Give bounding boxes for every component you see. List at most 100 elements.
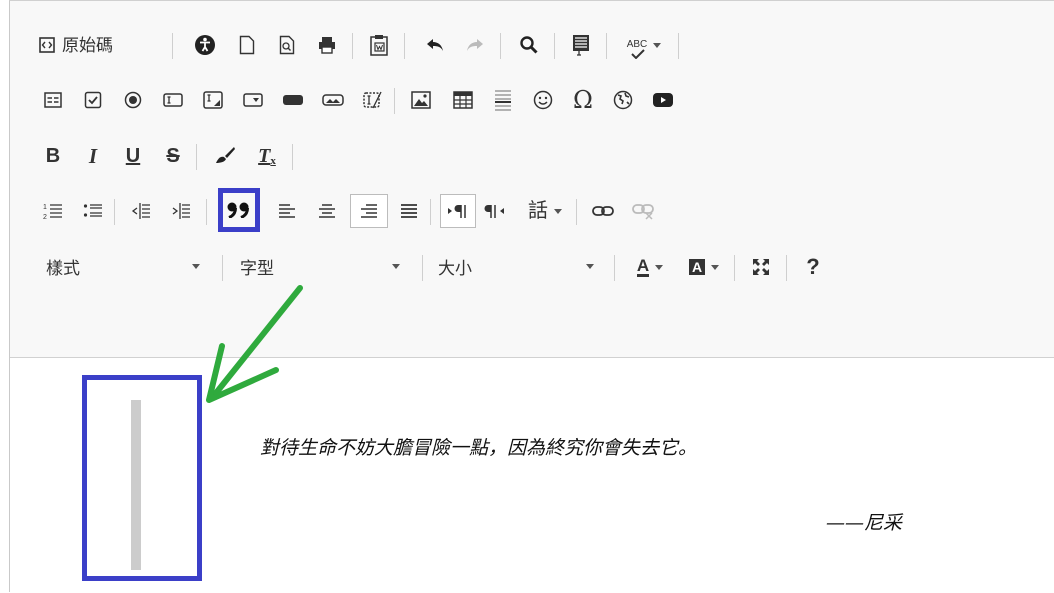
align-right-button[interactable] — [350, 194, 388, 228]
style-combo-label: 樣式 — [46, 258, 80, 278]
smiley-button[interactable] — [528, 86, 558, 114]
find-button[interactable] — [514, 31, 544, 59]
globe-icon — [613, 90, 633, 110]
redo-button[interactable] — [460, 31, 490, 59]
image-icon — [411, 91, 431, 109]
select-all-button[interactable] — [566, 31, 596, 59]
align-center-button[interactable] — [312, 197, 342, 225]
separator — [606, 33, 607, 59]
text-field-button[interactable] — [158, 86, 188, 114]
paste-word-icon — [370, 35, 388, 56]
align-left-button[interactable] — [272, 197, 302, 225]
help-button[interactable]: ? — [798, 253, 828, 281]
background-color-button[interactable]: A — [680, 253, 728, 281]
new-page-button[interactable] — [232, 31, 262, 59]
preview-button[interactable] — [272, 31, 302, 59]
separator — [678, 33, 679, 59]
bulleted-list-button[interactable] — [78, 197, 108, 225]
form-button-element[interactable] — [278, 86, 308, 114]
paste-from-word-button[interactable] — [364, 31, 394, 59]
link-button[interactable] — [588, 197, 618, 225]
text-color-icon: A — [636, 255, 650, 277]
horizontal-line-icon — [495, 90, 511, 111]
textarea-icon — [203, 91, 223, 109]
font-combo-label: 字型 — [240, 258, 274, 278]
separator — [576, 199, 577, 225]
chevron-down-icon — [586, 264, 594, 269]
separator — [786, 255, 787, 281]
rtl-icon — [484, 205, 504, 218]
justify-button[interactable] — [394, 197, 424, 225]
remove-format-button[interactable]: Tx — [252, 142, 282, 170]
background-color-icon: A — [688, 259, 706, 275]
paintbrush-icon — [216, 147, 235, 163]
accessibility-button[interactable] — [190, 31, 220, 59]
checkbox-icon — [84, 91, 102, 109]
strikethrough-label: S — [166, 145, 180, 167]
spellcheck-button[interactable]: ABC — [618, 31, 670, 59]
youtube-button[interactable] — [648, 86, 678, 114]
search-icon — [520, 36, 538, 54]
youtube-icon — [653, 93, 673, 107]
select-field-button[interactable] — [238, 86, 268, 114]
blockquote-highlight-box — [82, 375, 202, 581]
text-direction-rtl-button[interactable] — [480, 197, 510, 225]
separator — [614, 255, 615, 281]
separator — [430, 199, 431, 225]
toolbar-row-forms: Ω — [10, 78, 1054, 122]
source-icon — [39, 37, 55, 53]
font-combo[interactable]: 字型 — [240, 251, 408, 281]
preview-icon — [279, 35, 295, 55]
omega-icon: Ω — [573, 86, 593, 114]
image-button[interactable] — [406, 86, 436, 114]
blockquote-button[interactable] — [218, 188, 260, 232]
editor-toolbar: 原始碼 ABC Ω B I U S T x 1 2 話 樣式 字型 大小 A A… — [10, 1, 1054, 358]
table-icon — [453, 91, 473, 109]
unlink-button[interactable] — [628, 197, 658, 225]
button-element-icon — [283, 95, 303, 105]
checkbox-button[interactable] — [78, 86, 108, 114]
blockquote-bar — [131, 400, 141, 570]
blockquote-icon — [227, 202, 249, 218]
separator — [292, 144, 293, 170]
text-color-button[interactable]: A — [626, 253, 674, 281]
iframe-button[interactable] — [608, 86, 638, 114]
horizontal-line-button[interactable] — [488, 86, 518, 114]
chevron-down-icon — [653, 42, 662, 48]
rich-text-editor: 原始碼 ABC Ω B I U S T x 1 2 話 樣式 字型 大小 A A… — [9, 0, 1054, 592]
maximize-button[interactable] — [746, 253, 776, 281]
radio-button[interactable] — [118, 86, 148, 114]
toolbar-row-styles: 樣式 字型 大小 A A ? — [10, 245, 1054, 289]
print-button[interactable] — [312, 31, 342, 59]
language-label: 話 — [528, 200, 548, 222]
indent-button[interactable] — [166, 197, 196, 225]
text-direction-ltr-button[interactable] — [440, 194, 476, 228]
hidden-field-icon — [363, 91, 382, 109]
separator — [196, 144, 197, 170]
editor-content-area[interactable]: 對待生命不妨大膽冒險一點，因為終究你會失去它。 ——尼采 — [10, 358, 1054, 593]
form-button[interactable] — [38, 86, 68, 114]
special-char-button[interactable]: Ω — [568, 86, 598, 114]
text-field-icon — [163, 93, 183, 107]
style-combo[interactable]: 樣式 — [46, 251, 208, 281]
size-combo[interactable]: 大小 — [438, 251, 602, 281]
separator — [554, 33, 555, 59]
quote-attribution: ——尼采 — [826, 512, 903, 534]
textarea-button[interactable] — [198, 86, 228, 114]
strikethrough-button[interactable]: S — [158, 142, 188, 170]
copy-format-button[interactable] — [210, 142, 240, 170]
hidden-field-button[interactable] — [358, 86, 388, 114]
underline-label: U — [125, 145, 141, 167]
italic-button[interactable]: I — [78, 142, 108, 170]
table-button[interactable] — [448, 86, 478, 114]
underline-button[interactable]: U — [118, 142, 148, 170]
language-button[interactable]: 話 — [520, 197, 570, 225]
image-button-element[interactable] — [318, 86, 348, 114]
numbered-list-button[interactable]: 12 — [38, 197, 68, 225]
outdent-button[interactable] — [126, 197, 156, 225]
bold-button[interactable]: B — [38, 142, 68, 170]
undo-button[interactable] — [420, 31, 450, 59]
separator — [500, 33, 501, 59]
svg-text:1: 1 — [43, 204, 47, 211]
source-button[interactable]: 原始碼 — [38, 31, 158, 59]
